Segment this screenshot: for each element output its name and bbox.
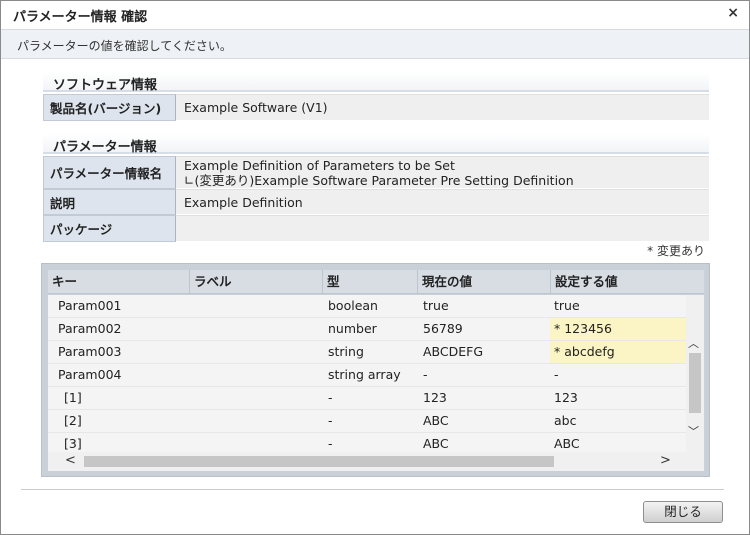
cell-label [190,341,320,363]
cell-key: Param002 [58,321,122,336]
cell-new: - [554,367,559,382]
vertical-scrollbar[interactable]: ︿ ﹀ [686,295,704,452]
description-row: 説明 Example Definition [43,189,709,215]
scroll-down-icon[interactable]: ﹀ [688,423,699,439]
package-value [176,215,709,242]
package-row: パッケージ [43,215,709,242]
product-label: 製品名(バージョン) [43,94,176,121]
cell-type: - [328,436,333,451]
parameter-info-heading: パラメーター情報 [43,134,709,155]
description-label: 説明 [43,189,176,215]
cell-current: ABC [423,436,449,451]
column-header-label[interactable]: ラベル [190,270,323,294]
cell-key: [1] [64,390,82,405]
cell-type: - [328,390,333,405]
parameter-info-heading-text: パラメーター情報 [53,140,157,155]
cell-type: boolean [328,298,378,313]
cell-label [190,295,320,317]
cell-current: 56789 [423,321,463,336]
footer-divider [21,489,724,490]
changed-legend: * 変更あり [647,244,705,258]
description-value: Example Definition [176,189,709,215]
grid-body: Param001 boolean true true Param002 number 567… [48,295,686,452]
scroll-up-icon[interactable]: ︿ [688,335,699,351]
cell-current: 123 [423,390,447,405]
cell-key: [3] [64,436,82,451]
cell-label [190,433,320,452]
parameter-name-row: パラメーター情報名 Example Definition of Paramete… [43,156,709,189]
horizontal-scroll-thumb[interactable] [84,456,554,467]
table-row[interactable]: Param003 string ABCDEFG * abcdefg [48,341,686,364]
close-button[interactable]: 閉じる [643,501,723,523]
cell-label [190,318,320,340]
instruction-text: パラメーターの値を確認してください。 [17,39,232,53]
table-row[interactable]: Param001 boolean true true [48,295,686,318]
cell-current: ABC [423,413,449,428]
cell-current: ABCDEFG [423,344,484,359]
cell-type: string [328,344,364,359]
product-row: 製品名(バージョン) Example Software (V1) [43,94,709,121]
table-row[interactable]: [2] - ABC abc [48,410,686,433]
dialog-titlebar: パラメーター情報 確認 × [1,1,749,28]
cell-new: true [554,298,580,313]
cell-new: 123 [554,390,578,405]
cell-key: Param004 [58,367,122,382]
parameter-confirm-dialog: パラメーター情報 確認 × パラメーターの値を確認してください。 ソフトウェア情… [0,0,750,535]
table-row[interactable]: [3] - ABC ABC [48,433,686,452]
dialog-title: パラメーター情報 確認 [13,10,148,25]
cell-key: [2] [64,413,82,428]
close-icon[interactable]: × [727,5,739,21]
scroll-right-icon[interactable]: > [660,453,671,468]
cell-label [190,410,320,432]
vertical-scroll-thumb[interactable] [689,353,701,413]
parameter-name-label: パラメーター情報名 [43,156,176,189]
table-row[interactable]: [1] - 123 123 [48,387,686,410]
parameter-name-value: Example Definition of Parameters to be S… [176,156,709,189]
cell-new: ABC [554,436,580,451]
product-value: Example Software (V1) [176,94,709,121]
instruction-bar: パラメーターの値を確認してください。 [1,29,749,59]
cell-label [190,387,320,409]
column-header-key[interactable]: キー [48,270,190,294]
horizontal-scrollbar[interactable]: < > [48,452,704,471]
package-label: パッケージ [43,215,176,242]
cell-type: - [328,413,333,428]
scroll-left-icon[interactable]: < [65,453,76,468]
parameter-grid: キー ラベル 型 現在の値 設定する値 Param001 boolean true t… [41,263,710,477]
column-header-type[interactable]: 型 [323,270,418,294]
cell-new: abc [554,413,577,428]
cell-type: number [328,321,377,336]
cell-new: * abcdefg [550,341,686,363]
description-value-text: Example Definition [184,194,303,210]
cell-current: true [423,298,449,313]
cell-current: - [423,367,428,382]
cell-type: string array [328,367,401,382]
grid-header: キー ラベル 型 現在の値 設定する値 [48,270,704,294]
parameter-name-line1: Example Definition of Parameters to be S… [184,157,455,173]
product-value-text: Example Software (V1) [184,100,328,115]
column-header-current-value[interactable]: 現在の値 [418,270,551,294]
parameter-name-line2: ∟(変更あり)Example Software Parameter Pre Se… [184,172,574,188]
cell-new: * 123456 [550,318,686,340]
column-header-new-value[interactable]: 設定する値 [551,270,704,294]
table-row[interactable]: Param002 number 56789 * 123456 [48,318,686,341]
cell-key: Param003 [58,344,122,359]
cell-key: Param001 [58,298,122,313]
cell-label [190,364,320,386]
software-info-heading-text: ソフトウェア情報 [53,78,158,93]
software-info-heading: ソフトウェア情報 [43,72,709,93]
table-row[interactable]: Param004 string array - - [48,364,686,387]
